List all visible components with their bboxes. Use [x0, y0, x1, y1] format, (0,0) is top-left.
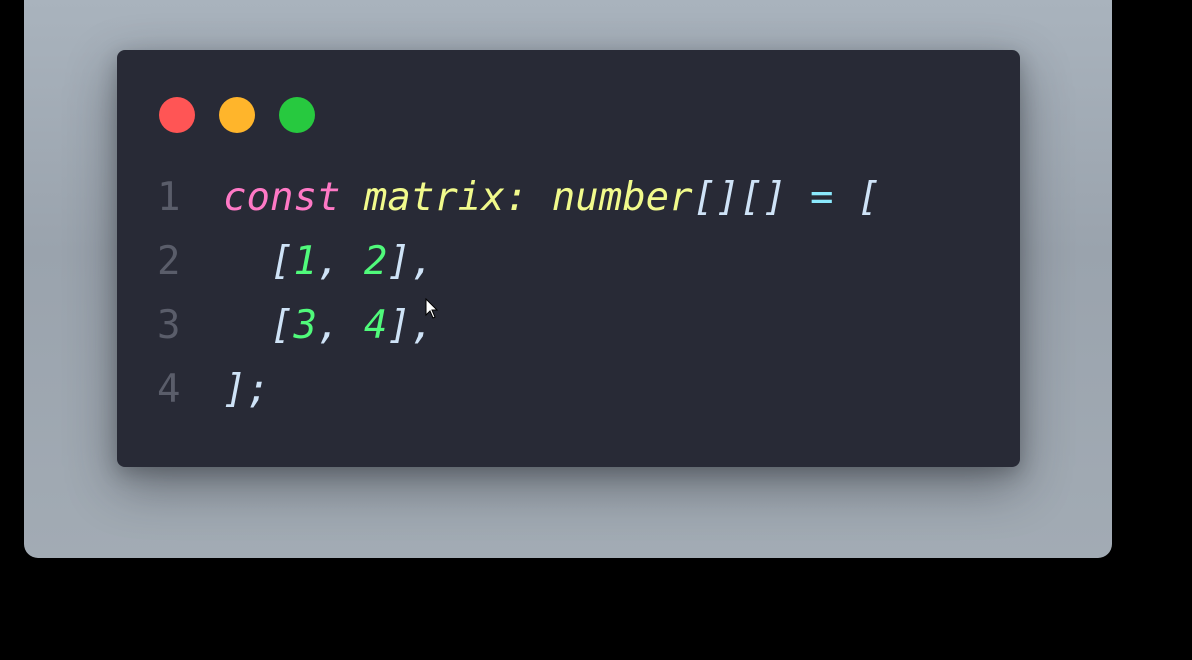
minimize-button[interactable] — [219, 97, 255, 133]
code-line: 4]; — [157, 358, 881, 422]
code-token-bracket: ], — [387, 239, 435, 284]
code-block: 1 const matrix: number[][] = [2 [1, 2], 3 … — [157, 166, 881, 422]
line-number: 1 — [157, 175, 181, 220]
code-token-punctuation — [340, 166, 363, 230]
code-token-number: 1 — [293, 239, 317, 284]
code-token-bracket: , — [316, 239, 364, 284]
code-line: 1 const matrix: number[][] = [ — [157, 166, 881, 230]
code-token-number: 3 — [293, 303, 317, 348]
code-window: 1 const matrix: number[][] = [2 [1, 2], 3 … — [117, 50, 1020, 467]
code-token-bracket: [ — [269, 303, 294, 348]
line-number: 2 — [157, 239, 181, 284]
code-token-number: 2 — [363, 239, 388, 284]
code-token-bracket: [ — [269, 239, 294, 284]
close-button[interactable] — [159, 97, 195, 133]
code-token-punctuation — [787, 166, 810, 230]
code-token-identifier: matrix — [363, 175, 505, 220]
code-token-bracket: [ — [857, 175, 881, 220]
code-token-bracket: , — [316, 303, 364, 348]
code-token-punctuation — [223, 230, 270, 294]
code-token-bracket: [][] — [692, 175, 787, 220]
code-token-punctuation — [223, 294, 270, 358]
maximize-button[interactable] — [279, 97, 315, 133]
code-token-punctuation — [528, 166, 551, 230]
code-token-number: 4 — [363, 303, 388, 348]
line-number: 3 — [157, 303, 181, 348]
code-line: 2 [1, 2], — [157, 230, 881, 294]
code-token-bracket: ]; — [223, 367, 270, 412]
code-token-identifier: : — [504, 175, 529, 220]
window-controls — [159, 97, 315, 133]
code-token-operator: = — [810, 175, 834, 220]
line-number: 4 — [157, 367, 181, 412]
code-token-punctuation — [834, 166, 857, 230]
code-token-identifier: number — [551, 175, 693, 220]
code-line: 3 [3, 4], — [157, 294, 881, 358]
code-token-keyword: const — [223, 175, 341, 220]
mouse-pointer-icon — [425, 298, 439, 319]
